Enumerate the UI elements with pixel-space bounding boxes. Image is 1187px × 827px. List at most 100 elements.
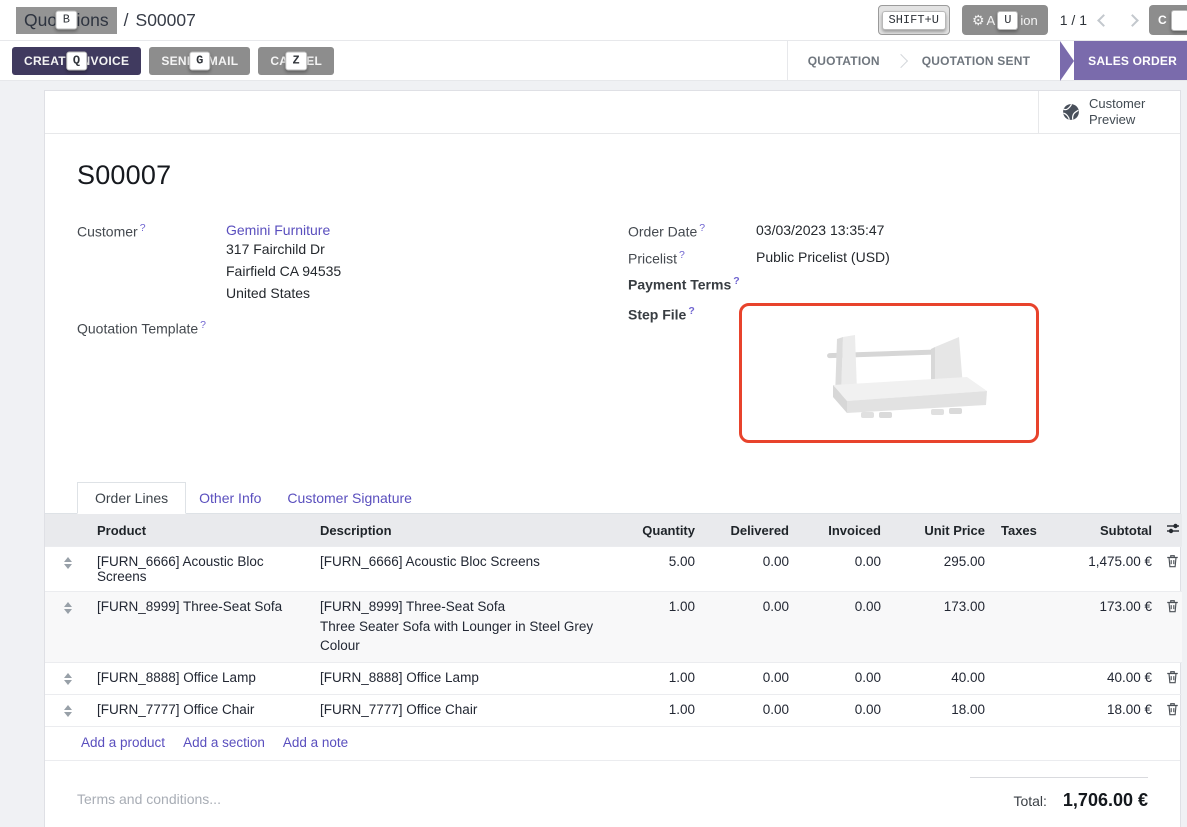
cell-product[interactable]: [FURN_8999] Three-Seat Sofa xyxy=(91,592,310,663)
customer-label: Customer? xyxy=(77,222,226,304)
column-header-subtotal[interactable]: Subtotal xyxy=(1059,514,1156,547)
accesskey-hint: G xyxy=(189,51,211,70)
customer-preview-button[interactable]: Customer Preview xyxy=(1038,91,1180,133)
trash-icon[interactable] xyxy=(1166,702,1179,719)
action-menu-button[interactable]: ⚙ A U ion xyxy=(962,5,1048,35)
cell-unit-price[interactable]: 173.00 xyxy=(891,592,995,663)
action-label-post: ion xyxy=(1020,13,1037,28)
cell-taxes[interactable] xyxy=(995,663,1059,695)
column-header-description[interactable]: Description xyxy=(310,514,620,547)
cell-description[interactable]: [FURN_8999] Three-Seat Sofa Three Seater… xyxy=(310,592,620,663)
cell-subtotal: 40.00 € xyxy=(1059,663,1156,695)
trash-icon[interactable] xyxy=(1166,670,1179,687)
pricelist-label: Pricelist? xyxy=(628,249,756,267)
cell-product[interactable]: [FURN_7777] Office Chair xyxy=(91,695,310,727)
column-header-product[interactable]: Product xyxy=(91,514,310,547)
cell-unit-price[interactable]: 40.00 xyxy=(891,663,995,695)
add-a-note-link[interactable]: Add a note xyxy=(283,735,348,750)
help-icon[interactable]: ? xyxy=(679,249,685,261)
table-header-row: Product Description Quantity Delivered I… xyxy=(45,514,1182,547)
help-icon[interactable]: ? xyxy=(699,222,705,234)
terms-and-conditions-input[interactable]: Terms and conditions... xyxy=(77,791,221,811)
stage-quotation-sent[interactable]: QUOTATION SENT xyxy=(902,41,1050,80)
breadcrumb-quotations-link[interactable]: Quotations B xyxy=(16,7,117,34)
field-payment-terms: Payment Terms? xyxy=(628,275,1148,293)
tab-other-info[interactable]: Other Info xyxy=(186,483,274,513)
cell-invoiced[interactable]: 0.00 xyxy=(799,592,891,663)
column-header-invoiced[interactable]: Invoiced xyxy=(799,514,891,547)
drag-handle-icon[interactable] xyxy=(61,602,75,614)
trash-icon[interactable] xyxy=(1166,599,1179,616)
cell-product[interactable]: [FURN_6666] Acoustic Bloc Screens xyxy=(91,547,310,592)
customer-link[interactable]: Gemini Furniture xyxy=(226,222,330,238)
table-row[interactable]: [FURN_8888] Office Lamp [FURN_8888] Offi… xyxy=(45,663,1182,695)
help-icon[interactable]: ? xyxy=(200,319,206,331)
edge-cut-button[interactable]: C xyxy=(1149,5,1187,35)
cell-delivered[interactable]: 0.00 xyxy=(705,695,799,727)
cell-description[interactable]: [FURN_6666] Acoustic Bloc Screens xyxy=(310,547,620,592)
cell-description[interactable]: [FURN_8888] Office Lamp xyxy=(310,663,620,695)
tab-order-lines[interactable]: Order Lines xyxy=(77,482,186,514)
cell-subtotal: 173.00 € xyxy=(1059,592,1156,663)
cell-quantity[interactable]: 1.00 xyxy=(620,592,705,663)
help-icon[interactable]: ? xyxy=(140,222,146,234)
stage-sales-order[interactable]: SALES ORDER xyxy=(1074,41,1187,80)
globe-icon xyxy=(1062,103,1080,121)
notebook-tabs: Order Lines Other Info Customer Signatur… xyxy=(45,482,1180,514)
add-a-section-link[interactable]: Add a section xyxy=(183,735,265,750)
breadcrumb-current: S00007 xyxy=(136,10,196,31)
help-icon[interactable]: ? xyxy=(733,275,739,287)
drag-handle-icon[interactable] xyxy=(61,557,75,569)
shift-accesskey-hint[interactable]: SHIFT+U xyxy=(878,5,950,35)
chevron-right-icon[interactable] xyxy=(1126,14,1139,27)
customer-address-line: United States xyxy=(226,283,341,304)
sliders-icon[interactable] xyxy=(1166,522,1180,538)
active-stage-arrow-icon xyxy=(1060,41,1074,81)
cancel-button[interactable]: CANCEL Z xyxy=(258,47,334,75)
cell-unit-price[interactable]: 295.00 xyxy=(891,547,995,592)
help-icon[interactable]: ? xyxy=(688,305,694,317)
cell-quantity[interactable]: 5.00 xyxy=(620,547,705,592)
cell-taxes[interactable] xyxy=(995,695,1059,727)
cell-taxes[interactable] xyxy=(995,592,1059,663)
drag-handle-icon[interactable] xyxy=(61,705,75,717)
chevron-left-icon[interactable] xyxy=(1097,14,1110,27)
step-file-3d-preview[interactable] xyxy=(739,303,1039,443)
cell-invoiced[interactable]: 0.00 xyxy=(799,695,891,727)
cell-description[interactable]: [FURN_7777] Office Chair xyxy=(310,695,620,727)
create-invoice-button[interactable]: CREATE INVOICE Q xyxy=(12,47,141,75)
column-header-delivered[interactable]: Delivered xyxy=(705,514,799,547)
cell-invoiced[interactable]: 0.00 xyxy=(799,547,891,592)
trash-icon[interactable] xyxy=(1166,554,1179,571)
cell-product[interactable]: [FURN_8888] Office Lamp xyxy=(91,663,310,695)
stage-quotation[interactable]: QUOTATION xyxy=(788,41,900,80)
main-area: Customer Preview S00007 Customer? Gemini… xyxy=(0,81,1187,827)
table-row[interactable]: [FURN_7777] Office Chair [FURN_7777] Off… xyxy=(45,695,1182,727)
cell-invoiced[interactable]: 0.00 xyxy=(799,663,891,695)
optional-columns-header xyxy=(1156,514,1182,547)
cell-delivered[interactable]: 0.00 xyxy=(705,663,799,695)
cell-taxes[interactable] xyxy=(995,547,1059,592)
breadcrumb-bar-right: SHIFT+U ⚙ A U ion 1 / 1 C xyxy=(878,5,1171,35)
table-row[interactable]: [FURN_8999] Three-Seat Sofa [FURN_8999] … xyxy=(45,592,1182,663)
cell-quantity[interactable]: 1.00 xyxy=(620,663,705,695)
add-a-product-link[interactable]: Add a product xyxy=(81,735,165,750)
send-email-button[interactable]: SEND EMAIL G xyxy=(149,47,250,75)
pager-counter: 1 / 1 xyxy=(1060,12,1087,28)
drag-handle-icon[interactable] xyxy=(61,673,75,685)
tab-customer-signature[interactable]: Customer Signature xyxy=(274,483,425,513)
cell-delivered[interactable]: 0.00 xyxy=(705,592,799,663)
column-header-quantity[interactable]: Quantity xyxy=(620,514,705,547)
cell-subtotal: 18.00 € xyxy=(1059,695,1156,727)
cell-quantity[interactable]: 1.00 xyxy=(620,695,705,727)
table-row[interactable]: [FURN_6666] Acoustic Bloc Screens [FURN_… xyxy=(45,547,1182,592)
pricelist-value[interactable]: Public Pricelist (USD) xyxy=(756,249,890,267)
form-sheet: Customer Preview S00007 Customer? Gemini… xyxy=(44,90,1181,827)
cell-delivered[interactable]: 0.00 xyxy=(705,547,799,592)
order-date-value[interactable]: 03/03/2023 13:35:47 xyxy=(756,222,884,240)
cell-unit-price[interactable]: 18.00 xyxy=(891,695,995,727)
control-panel: CREATE INVOICE Q SEND EMAIL G CANCEL Z Q… xyxy=(0,41,1187,81)
column-header-unit-price[interactable]: Unit Price xyxy=(891,514,995,547)
column-header-taxes[interactable]: Taxes xyxy=(995,514,1059,547)
breadcrumb-separator: / xyxy=(124,10,129,31)
